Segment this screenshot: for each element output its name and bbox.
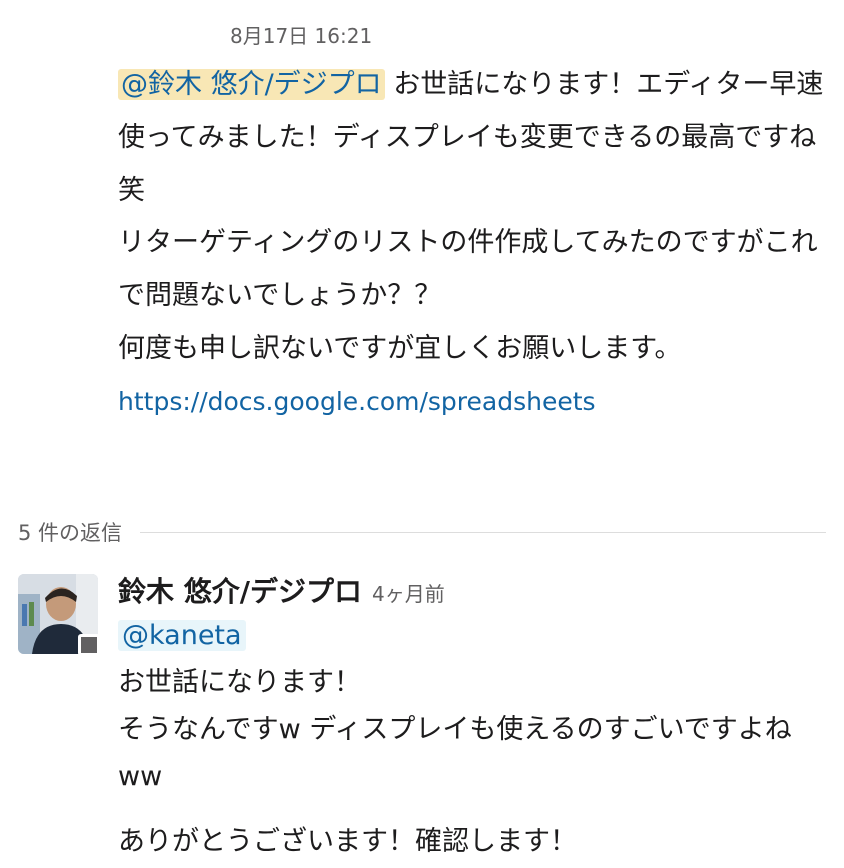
- user-mention[interactable]: @kaneta: [118, 620, 246, 651]
- message-paragraph-1: @鈴木 悠介/デジプロ お世話になります！エディター早速使ってみました！ディスプ…: [118, 58, 833, 217]
- reply-text-line: お世話になります！: [118, 667, 361, 698]
- reply-text-line: ありがとうございます！確認します！: [118, 826, 577, 857]
- reply-body: @kaneta お世話になります！ そうなんですw ディスプレイも使えるのすごい…: [118, 612, 833, 800]
- presence-status-icon: [78, 634, 100, 656]
- spreadsheet-link[interactable]: https://docs.google.com/spreadsheets: [118, 375, 833, 428]
- replies-count-label: 5 件の返信: [18, 521, 123, 545]
- message-timestamp[interactable]: 8月17日 16:21: [230, 20, 372, 49]
- user-mention-highlight[interactable]: @鈴木 悠介/デジプロ: [118, 69, 385, 100]
- reply-author-name[interactable]: 鈴木 悠介/デジプロ: [118, 575, 362, 608]
- thread-replies-divider: 5 件の返信: [18, 517, 826, 547]
- message-text-line: リターゲティングのリストの件作成してみたのですがこれで問題ないでしょうか？？: [118, 227, 818, 311]
- message-text-line: 何度も申し訳ないですが宜しくお願いします。: [118, 333, 682, 364]
- reply-text-line: そうなんですw ディスプレイも使えるのすごいですよねww: [118, 714, 792, 792]
- reply-paragraph-2: ありがとうございます！確認します！: [118, 818, 833, 865]
- divider-line: [140, 531, 826, 533]
- reply-header: 鈴木 悠介/デジプロ 4ヶ月前: [118, 570, 445, 610]
- message-paragraph-2: リターゲティングのリストの件作成してみたのですがこれで問題ないでしょうか？？ 何…: [118, 216, 833, 428]
- reply-timestamp[interactable]: 4ヶ月前: [372, 582, 445, 606]
